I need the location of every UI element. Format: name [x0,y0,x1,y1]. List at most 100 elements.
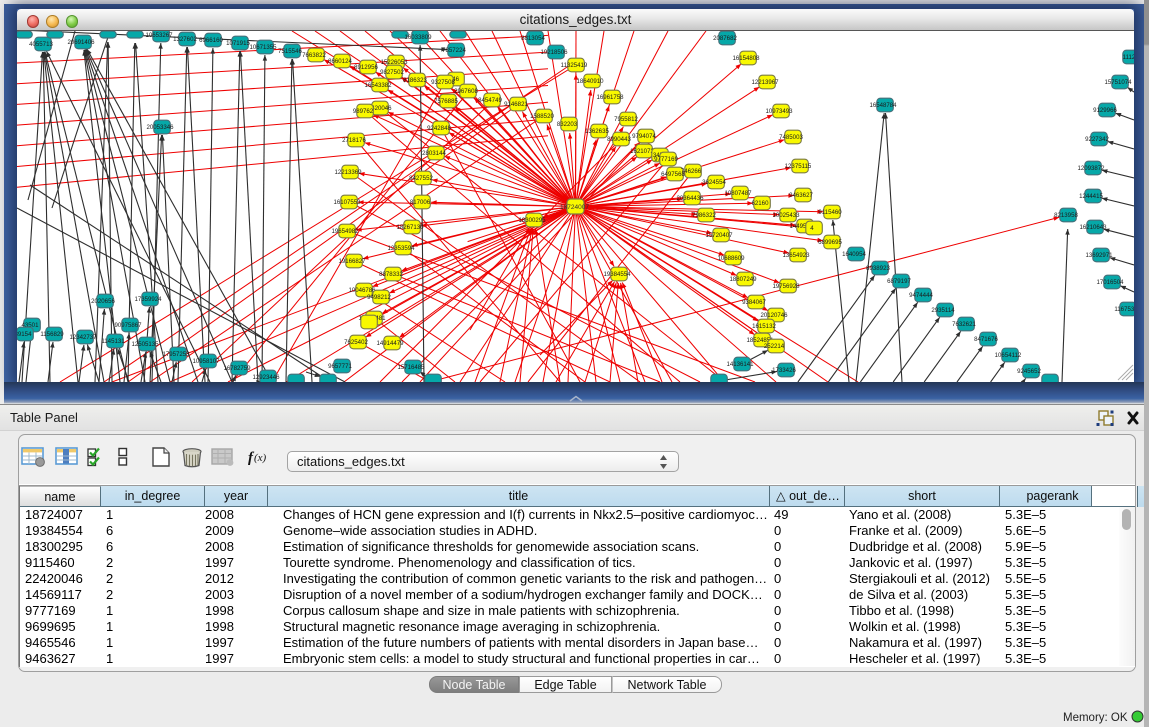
svg-text:10688609: 10688609 [717,255,745,262]
svg-text:16782759: 16782759 [223,365,251,372]
svg-text:2087682: 2087682 [713,35,737,42]
svg-text:9498212: 9498212 [367,294,391,301]
svg-text:15716485: 15716485 [397,364,425,371]
svg-text:8912956: 8912956 [354,64,378,71]
svg-text:989762: 989762 [353,108,374,115]
svg-text:8878332: 8878332 [379,271,403,278]
svg-text:14914479: 14914479 [376,340,404,347]
svg-text:19218506: 19218506 [540,49,568,56]
svg-text:19756928: 19756928 [772,283,800,290]
svg-text:2803144: 2803144 [422,150,446,157]
svg-text:17359924: 17359924 [134,296,162,303]
svg-text:16107553: 16107553 [333,199,361,206]
svg-text:9146821: 9146821 [504,101,528,108]
svg-text:14136141: 14136141 [726,361,754,368]
svg-text:12342737: 12342737 [69,334,97,341]
svg-text:18724007: 18724007 [560,204,589,211]
svg-text:17016504: 17016504 [1096,279,1124,286]
svg-text:12505135: 12505135 [131,341,159,348]
svg-text:16961758: 16961758 [596,94,624,101]
svg-text:746266: 746266 [681,168,702,175]
svg-text:12093872: 12093872 [1077,165,1105,172]
svg-text:8938923: 8938923 [866,265,890,272]
svg-text:12213369: 12213369 [334,169,362,176]
svg-text:90975867: 90975867 [114,322,142,329]
svg-text:9242848: 9242848 [427,125,451,132]
svg-text:11325419: 11325419 [561,62,588,69]
svg-text:1327602: 1327602 [173,36,197,43]
svg-text:7632621: 7632621 [952,321,976,328]
svg-text:1621072: 1621072 [630,148,654,155]
svg-text:7576885: 7576885 [434,98,458,105]
svg-text:16033809: 16033809 [404,34,432,41]
svg-text:2718176: 2718176 [342,137,366,144]
svg-text:7857224: 7857224 [442,47,466,54]
svg-text:39154: 39154 [17,331,32,338]
svg-text:1640954: 1640954 [842,251,866,258]
svg-text:12923446: 12923446 [252,374,280,381]
svg-text:8660124: 8660124 [328,58,352,65]
svg-text:16543382: 16543382 [364,82,392,89]
svg-text:832203: 832203 [557,121,578,128]
svg-text:4055713: 4055713 [29,41,53,48]
svg-text:9463627: 9463627 [789,192,813,199]
svg-text:9245652: 9245652 [1017,368,1041,375]
svg-text:6879197: 6879197 [887,278,911,285]
svg-text:6899695: 6899695 [818,239,842,246]
svg-text:2967608: 2967608 [454,88,478,95]
svg-text:20053346: 20053346 [146,124,174,131]
svg-text:18267130: 18267130 [396,224,424,231]
svg-text:8990443: 8990443 [607,136,631,143]
svg-text:8213958: 8213958 [1054,212,1078,219]
svg-text:9657771: 9657771 [328,363,352,370]
svg-text:8471676: 8471676 [974,336,998,343]
svg-text:20120746: 20120746 [760,312,788,319]
svg-text:20691406: 20691406 [67,39,95,46]
svg-text:16210643: 16210643 [1079,224,1107,231]
svg-text:7485003: 7485003 [779,134,803,141]
svg-text:19654982: 19654982 [331,228,359,235]
svg-text:19384554: 19384554 [603,271,631,278]
svg-text:18640910: 18640910 [576,78,604,85]
svg-text:2020656: 2020656 [91,298,115,305]
svg-text:1156829: 1156829 [40,331,64,338]
svg-text:2935114: 2935114 [931,307,955,314]
svg-text:1588520: 1588520 [530,113,554,120]
svg-text:817006: 817006 [410,199,431,206]
svg-text:8813054: 8813054 [521,35,545,42]
svg-text:9777169: 9777169 [654,156,678,163]
svg-text:1733426: 1733426 [772,367,796,374]
svg-text:1167533: 1167533 [1114,306,1134,313]
svg-text:7625402: 7625402 [344,339,368,346]
svg-text:8454749: 8454749 [478,97,502,104]
svg-text:1615132: 1615132 [752,323,776,330]
svg-text:1145131: 1145131 [101,338,125,345]
svg-text:10046786: 10046786 [348,287,376,294]
svg-text:10807487: 10807487 [724,190,752,197]
svg-text:9129966: 9129966 [1093,107,1117,114]
svg-text:10671355: 10671355 [249,44,277,51]
svg-text:16154808: 16154808 [732,55,760,62]
svg-text:(x): (x) [254,452,267,464]
svg-text:18807249: 18807249 [729,276,757,283]
svg-text:252214: 252214 [764,343,785,350]
svg-text:15751074: 15751074 [1104,79,1132,86]
svg-text:18300295: 18300295 [518,217,546,224]
svg-text:3624554: 3624554 [702,179,726,186]
svg-text:7986322: 7986322 [692,212,716,219]
svg-text:13692971: 13692971 [1085,252,1113,259]
svg-text:20364436: 20364436 [676,195,704,202]
svg-text:9115460: 9115460 [818,209,842,216]
svg-text:12213967: 12213967 [751,79,779,86]
svg-text:10973493: 10973493 [765,108,793,115]
svg-text:12353594: 12353594 [387,245,415,252]
svg-text:8186323: 8186323 [403,77,427,84]
svg-text:9827502: 9827502 [380,69,404,76]
svg-text:7955812: 7955812 [614,116,638,123]
svg-text:10958107: 10958107 [192,358,220,365]
svg-text:1071915: 1071915 [226,40,250,47]
svg-text:6966160: 6966160 [199,37,223,44]
svg-text:7515546: 7515546 [278,48,302,55]
svg-text:9227342: 9227342 [1085,136,1109,143]
svg-text:13654923: 13654923 [782,252,810,259]
